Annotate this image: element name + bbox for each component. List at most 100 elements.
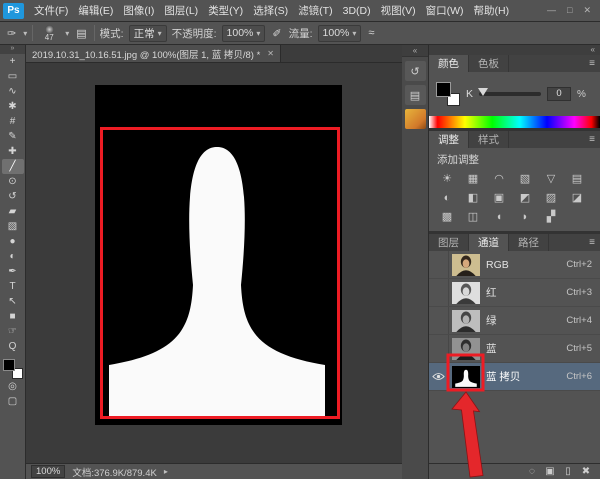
eyedropper-tool[interactable]: ✎ — [2, 129, 24, 144]
menu-3d[interactable]: 3D(D) — [338, 5, 376, 17]
tab-layers[interactable]: 图层 — [429, 234, 469, 251]
channel-row-blue[interactable]: 蓝 Ctrl+5 — [429, 335, 600, 363]
quick-mask-button[interactable]: ◎ — [2, 379, 24, 394]
menu-file[interactable]: 文件(F) — [29, 3, 73, 18]
menu-edit[interactable]: 编辑(E) — [73, 3, 118, 18]
history-panel-icon[interactable]: ↺ — [405, 61, 426, 81]
hue-saturation-icon[interactable]: ▤ — [564, 169, 590, 188]
channel-thumbnail[interactable] — [452, 338, 480, 360]
visibility-toggle[interactable] — [429, 279, 449, 306]
dock-header[interactable]: « — [429, 45, 600, 55]
mode-dropdown[interactable]: 正常 ▾ — [129, 25, 167, 42]
maximize-icon[interactable]: □ — [567, 5, 572, 16]
vibrance-icon[interactable]: ▽ — [538, 169, 564, 188]
photo-filter-icon[interactable]: ▣ — [486, 188, 512, 207]
hand-tool[interactable]: ☞ — [2, 324, 24, 339]
visibility-toggle[interactable] — [429, 363, 449, 390]
exposure-icon[interactable]: ▧ — [512, 169, 538, 188]
quick-selection-tool[interactable]: ✱ — [2, 99, 24, 114]
brush-preset-picker[interactable]: 47 — [38, 25, 60, 42]
new-channel-icon[interactable]: ▯ — [560, 466, 576, 477]
channel-thumbnail[interactable] — [452, 310, 480, 332]
posterize-icon[interactable]: ▩ — [434, 207, 460, 226]
channel-row-blue-copy[interactable]: 蓝 拷贝 Ctrl+6 — [429, 363, 600, 391]
channel-thumbnail[interactable] — [452, 254, 480, 276]
gradient-tool[interactable]: ▧ — [2, 219, 24, 234]
zoom-tool[interactable]: Q — [2, 339, 24, 354]
path-selection-tool[interactable]: ↖ — [2, 294, 24, 309]
clone-stamp-tool[interactable]: ⊙ — [2, 174, 24, 189]
shape-tool[interactable]: ■ — [2, 309, 24, 324]
channel-row-rgb[interactable]: RGB Ctrl+2 — [429, 251, 600, 279]
dock-expand-button[interactable]: « — [402, 45, 428, 57]
curves-icon[interactable]: ◠ — [486, 169, 512, 188]
properties-panel-icon[interactable]: ▤ — [405, 85, 426, 105]
minimize-icon[interactable]: — — [547, 5, 556, 16]
panel-menu-icon[interactable]: ≡ — [589, 131, 600, 148]
brush-panel-toggle-icon[interactable]: ▤ — [74, 27, 88, 40]
brush-tool[interactable]: ╱ — [2, 159, 24, 174]
close-icon[interactable]: ✕ — [267, 49, 274, 58]
slider-handle-icon[interactable] — [478, 88, 488, 96]
tab-color[interactable]: 颜色 — [429, 55, 469, 72]
foreground-color-swatch[interactable] — [3, 359, 15, 371]
adjustment-icon[interactable]: ▞ — [538, 207, 564, 226]
zoom-level-field[interactable]: 100% — [31, 465, 65, 478]
gradient-map-icon[interactable]: ◖ — [486, 207, 512, 226]
color-lookup-icon[interactable]: ▨ — [538, 188, 564, 207]
menu-window[interactable]: 窗口(W) — [421, 3, 469, 18]
color-balance-icon[interactable]: ◐ — [434, 188, 460, 207]
document-tab[interactable]: 2019.10.31_10.16.51.jpg @ 100%(图层 1, 蓝 拷… — [26, 45, 281, 62]
delete-channel-icon[interactable]: ✖ — [578, 466, 594, 477]
menu-help[interactable]: 帮助(H) — [469, 3, 515, 18]
blur-tool[interactable]: ● — [2, 234, 24, 249]
k-slider[interactable] — [479, 92, 541, 96]
canvas[interactable] — [26, 63, 402, 463]
menu-image[interactable]: 图像(I) — [118, 3, 159, 18]
close-icon[interactable]: ✕ — [583, 5, 591, 16]
menu-select[interactable]: 选择(S) — [248, 3, 293, 18]
channel-thumbnail[interactable] — [452, 366, 480, 388]
lasso-tool[interactable]: ∿ — [2, 84, 24, 99]
screen-mode-button[interactable]: ▢ — [2, 394, 24, 409]
color-swatches[interactable] — [3, 359, 23, 379]
channel-row-green[interactable]: 绿 Ctrl+4 — [429, 307, 600, 335]
visibility-toggle[interactable] — [429, 335, 449, 362]
tab-adjustments[interactable]: 调整 — [429, 131, 469, 148]
pen-tool[interactable]: ✒ — [2, 264, 24, 279]
dodge-tool[interactable]: ◐ — [2, 249, 24, 264]
k-value-field[interactable]: 0 — [547, 87, 571, 101]
black-white-icon[interactable]: ◧ — [460, 188, 486, 207]
type-tool[interactable]: T — [2, 279, 24, 294]
menu-type[interactable]: 类型(Y) — [203, 3, 248, 18]
menu-layer[interactable]: 图层(L) — [159, 3, 203, 18]
channel-row-red[interactable]: 红 Ctrl+3 — [429, 279, 600, 307]
channel-thumbnail[interactable] — [452, 282, 480, 304]
healing-brush-tool[interactable]: ✚ — [2, 144, 24, 159]
history-brush-tool[interactable]: ↺ — [2, 189, 24, 204]
tab-paths[interactable]: 路径 — [509, 234, 549, 251]
menu-filter[interactable]: 滤镜(T) — [293, 3, 337, 18]
menu-view[interactable]: 视图(V) — [376, 3, 421, 18]
panel-menu-icon[interactable]: ≡ — [589, 234, 600, 251]
eraser-tool[interactable]: ▰ — [2, 204, 24, 219]
flow-dropdown[interactable]: 100% ▾ — [318, 25, 362, 42]
selective-color-icon[interactable]: ◗ — [512, 207, 538, 226]
levels-icon[interactable]: ▦ — [460, 169, 486, 188]
foreground-background-swatches[interactable] — [436, 82, 460, 106]
visibility-toggle[interactable] — [429, 307, 449, 334]
chevron-down-icon[interactable]: ▾ — [65, 29, 69, 38]
pen-pressure-icon[interactable]: ✐ — [270, 27, 283, 40]
invert-icon[interactable]: ◪ — [564, 188, 590, 207]
panel-menu-icon[interactable]: ≡ — [589, 55, 600, 72]
brightness-contrast-icon[interactable]: ☀ — [434, 169, 460, 188]
opacity-dropdown[interactable]: 100% ▾ — [222, 25, 266, 42]
color-spectrum-ramp[interactable] — [429, 116, 600, 128]
toolbar-collapse-button[interactable]: » — [0, 45, 25, 54]
save-selection-icon[interactable]: ▣ — [542, 466, 558, 477]
foreground-color-swatch[interactable] — [436, 82, 451, 97]
visibility-toggle[interactable] — [429, 251, 449, 278]
airbrush-icon[interactable]: ≈ — [366, 27, 376, 39]
libraries-panel-icon[interactable] — [405, 109, 426, 129]
tab-channels[interactable]: 通道 — [469, 234, 509, 251]
